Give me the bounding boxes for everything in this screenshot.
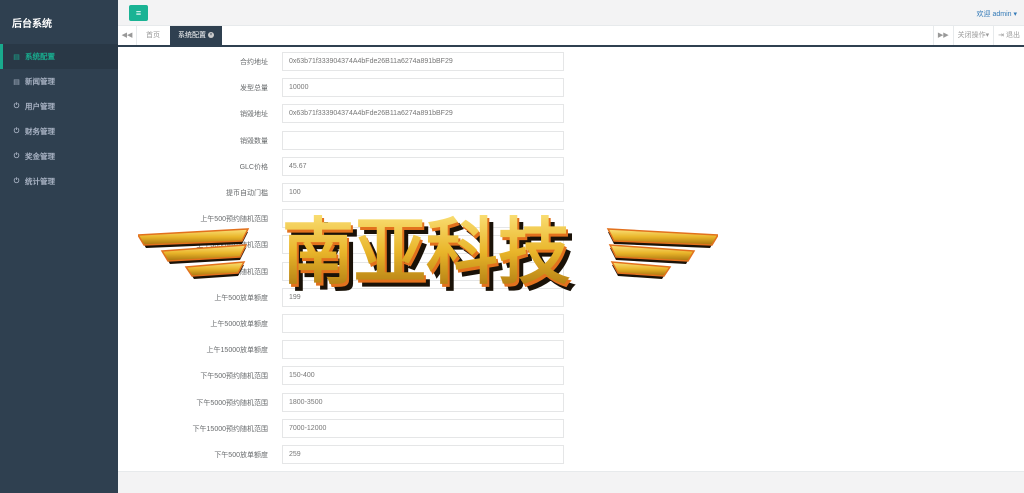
tab-system-config[interactable]: 系统配置 × bbox=[170, 26, 222, 45]
field-label: 下午500预约随机范围 bbox=[200, 373, 268, 381]
sidebar-item-label: 统计管理 bbox=[25, 177, 55, 186]
sidebar-item-label: 奖金管理 bbox=[25, 152, 55, 161]
field-label: 下午500放单额度 bbox=[214, 452, 268, 459]
sidebar-item-label: 财务管理 bbox=[25, 127, 55, 136]
form-row: 上午15000放单额度 bbox=[118, 340, 1024, 360]
field-label: 销毁数量 bbox=[240, 137, 268, 145]
form-row: 合约地址 0x63b71f333904374A4bFde26B11a6274a89… bbox=[118, 52, 1024, 71]
field-input[interactable]: 100 bbox=[282, 183, 564, 202]
tab-prev-button[interactable]: ◀◀ bbox=[118, 26, 137, 45]
tab-next-button[interactable]: ▶▶ bbox=[932, 26, 953, 45]
field-label: 上午15000放单额度 bbox=[206, 347, 268, 355]
sidebar-item-2[interactable]: ⏻ 用户管理 bbox=[0, 94, 118, 119]
tab-home[interactable]: 首页 bbox=[138, 26, 168, 45]
sidebar-item-label: 用户管理 bbox=[25, 102, 55, 111]
sidebar-item-label: 新闻管理 bbox=[25, 77, 55, 86]
welcome-user-menu[interactable]: 欢迎 admin ▾ bbox=[977, 9, 1017, 19]
double-right-icon: ▶▶ bbox=[937, 32, 949, 39]
field-input[interactable]: 259 bbox=[282, 445, 564, 464]
sidebar-item-0[interactable]: ▤ 系统配置 bbox=[0, 44, 118, 69]
logout-button[interactable]: ⇥ 退出 bbox=[993, 26, 1024, 45]
sidebar-item-4[interactable]: ⏻ 奖金管理 bbox=[0, 144, 118, 169]
sidebar: 后台系统 ▤ 系统配置 ▤ 新闻管理 ⏻ 用户管理 ⏻ 财务管理 ⏻ 奖金管理 ⏻ 统计管理 bbox=[0, 0, 118, 493]
power-icon: ⏻ bbox=[13, 127, 20, 135]
page-footer bbox=[118, 472, 1024, 493]
tab-system-config-label: 系统配置 bbox=[178, 32, 206, 39]
tab-tools: ▶▶ 关闭操作▾ ⇥ 退出 bbox=[932, 26, 1024, 45]
form-row: 销毁数量 bbox=[118, 130, 1024, 150]
form-row: 下午500预约随机范围 150-400 bbox=[118, 366, 1024, 386]
form-row: 上午5000放单额度 bbox=[118, 314, 1024, 333]
watermark-logo: 南亚科技 南亚科技 南亚科技 bbox=[138, 210, 718, 298]
field-input[interactable]: 10000 bbox=[282, 78, 564, 98]
field-label: 提币自动门槛 bbox=[226, 190, 268, 197]
form-row: 发型总量 10000 bbox=[118, 78, 1024, 98]
logout-icon: ⇥ bbox=[998, 32, 1005, 39]
brand-title: 后台系统 bbox=[12, 19, 52, 30]
power-icon: ⏻ bbox=[13, 177, 20, 185]
field-input[interactable]: 1800-3500 bbox=[282, 392, 564, 412]
sidebar-nav: ▤ 系统配置 ▤ 新闻管理 ⏻ 用户管理 ⏻ 财务管理 ⏻ 奖金管理 ⏻ 统计管理 bbox=[0, 44, 118, 194]
watermark-text: 南亚科技 bbox=[282, 210, 570, 294]
field-input[interactable] bbox=[282, 130, 564, 150]
sidebar-item-label: 系统配置 bbox=[25, 52, 55, 61]
field-input[interactable] bbox=[282, 314, 564, 333]
field-label: 下午15000预约随机范围 bbox=[192, 425, 268, 433]
close-ops-dropdown[interactable]: 关闭操作▾ bbox=[952, 26, 994, 45]
form-row: 下午15000预约随机范围 7000-12000 bbox=[118, 418, 1024, 438]
field-input[interactable]: 0x63b71f333904374A4bFde26B11a6274a891bBF… bbox=[282, 52, 564, 71]
field-input[interactable]: 7000-12000 bbox=[282, 418, 564, 438]
sidebar-item-5[interactable]: ⏻ 统计管理 bbox=[0, 169, 118, 194]
field-label: GLC价格 bbox=[239, 163, 268, 171]
form-row: 销毁地址 0x63b71f333904374A4bFde26B11a6274a89… bbox=[118, 104, 1024, 124]
left-wing-icon bbox=[138, 228, 250, 279]
double-left-icon: ◀◀ bbox=[121, 32, 133, 39]
right-wing-icon bbox=[606, 228, 718, 279]
field-label: 合约地址 bbox=[240, 59, 268, 66]
doc-icon: ▤ bbox=[13, 53, 20, 61]
sidebar-item-1[interactable]: ▤ 新闻管理 bbox=[0, 69, 118, 94]
form-row: 提币自动门槛 100 bbox=[118, 183, 1024, 202]
sidebar-item-3[interactable]: ⏻ 财务管理 bbox=[0, 119, 118, 144]
logout-label: 退出 bbox=[1006, 32, 1020, 39]
close-icon[interactable]: × bbox=[208, 32, 214, 39]
power-icon: ⏻ bbox=[13, 152, 20, 160]
power-icon: ⏻ bbox=[13, 102, 20, 110]
top-navbar: ≡ 欢迎 admin ▾ bbox=[118, 0, 1024, 26]
field-input[interactable]: 45.67 bbox=[282, 156, 564, 176]
form-row: 下午500放单额度 259 bbox=[118, 445, 1024, 464]
field-label: 销毁地址 bbox=[240, 111, 268, 119]
hamburger-icon: ≡ bbox=[135, 8, 142, 18]
field-label: 发型总量 bbox=[240, 85, 268, 93]
form-row: 下午5000预约随机范围 1800-3500 bbox=[118, 392, 1024, 412]
field-label: 下午5000预约随机范围 bbox=[196, 399, 268, 407]
doc-icon: ▤ bbox=[13, 78, 20, 86]
field-input[interactable] bbox=[282, 340, 564, 360]
form-row: GLC价格 45.67 bbox=[118, 156, 1024, 176]
page-tabs-bar: ◀◀ 首页 系统配置 × ▶▶ 关闭操作▾ ⇥ 退出 bbox=[118, 26, 1024, 47]
field-input[interactable]: 0x63b71f333904374A4bFde26B11a6274a891bBF… bbox=[282, 104, 564, 124]
field-input[interactable]: 150-400 bbox=[282, 366, 564, 386]
tab-home-label: 首页 bbox=[146, 32, 160, 39]
field-label: 上午5000放单额度 bbox=[210, 321, 268, 328]
menu-toggle-button[interactable]: ≡ bbox=[129, 5, 148, 21]
